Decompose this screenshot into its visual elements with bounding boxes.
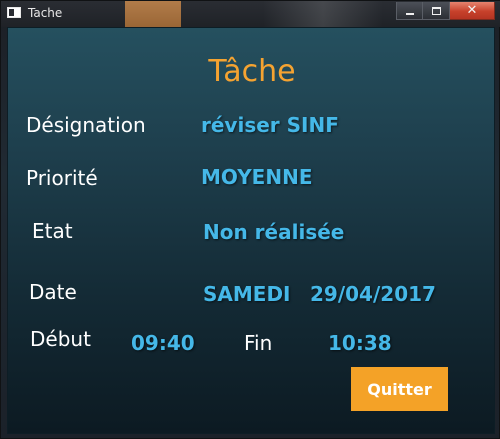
page-title: Tâche xyxy=(208,54,296,89)
minimize-button[interactable] xyxy=(396,2,423,20)
maximize-button[interactable] xyxy=(423,2,450,20)
etat-label: Etat xyxy=(32,219,73,243)
window-title: Tache xyxy=(28,6,63,20)
title-bar[interactable]: Tache ✕ xyxy=(1,1,500,27)
task-window: Tache ✕ Tâche Désignation réviser SINF P… xyxy=(0,0,500,439)
close-icon: ✕ xyxy=(466,3,478,18)
title-bar-reflection xyxy=(125,1,181,27)
designation-value: réviser SINF xyxy=(201,113,339,137)
close-button[interactable]: ✕ xyxy=(450,2,495,20)
etat-value: Non réalisée xyxy=(203,220,345,244)
date-day-value: SAMEDI xyxy=(203,282,291,306)
quit-button[interactable]: Quitter xyxy=(351,367,448,411)
date-value: 29/04/2017 xyxy=(310,282,436,306)
date-label: Date xyxy=(29,280,77,304)
minimize-icon xyxy=(405,12,414,15)
task-details-panel: Tâche Désignation réviser SINF Priorité … xyxy=(7,27,495,434)
designation-label: Désignation xyxy=(26,113,146,137)
maximize-icon xyxy=(431,6,441,15)
priorite-label: Priorité xyxy=(26,166,98,190)
debut-label: Début xyxy=(30,327,91,351)
priorite-value: MOYENNE xyxy=(201,165,313,189)
debut-value: 09:40 xyxy=(131,331,195,355)
fin-label: Fin xyxy=(244,331,273,355)
app-icon xyxy=(7,7,21,18)
window-controls: ✕ xyxy=(396,2,495,20)
fin-value: 10:38 xyxy=(328,331,392,355)
title-bar-reflection xyxy=(263,1,383,27)
